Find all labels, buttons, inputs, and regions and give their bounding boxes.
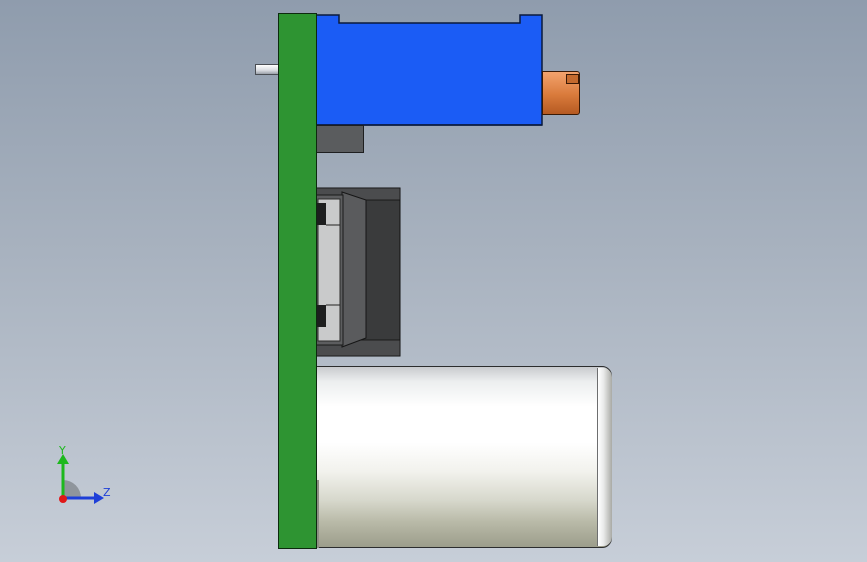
capacitor-body [315, 366, 612, 548]
triad-z-label: Z [103, 486, 111, 499]
pcb-board [278, 13, 317, 549]
connector-tab [566, 74, 579, 84]
switch-component [314, 187, 401, 357]
orientation-triad: Y Z [57, 444, 111, 504]
triad-y-label: Y [58, 444, 66, 457]
3d-viewport[interactable]: Y Z [0, 0, 867, 562]
small-component [316, 125, 364, 153]
capacitor-end-cap [597, 368, 612, 546]
pcb-pin [255, 64, 279, 75]
relay-body [315, 14, 543, 126]
